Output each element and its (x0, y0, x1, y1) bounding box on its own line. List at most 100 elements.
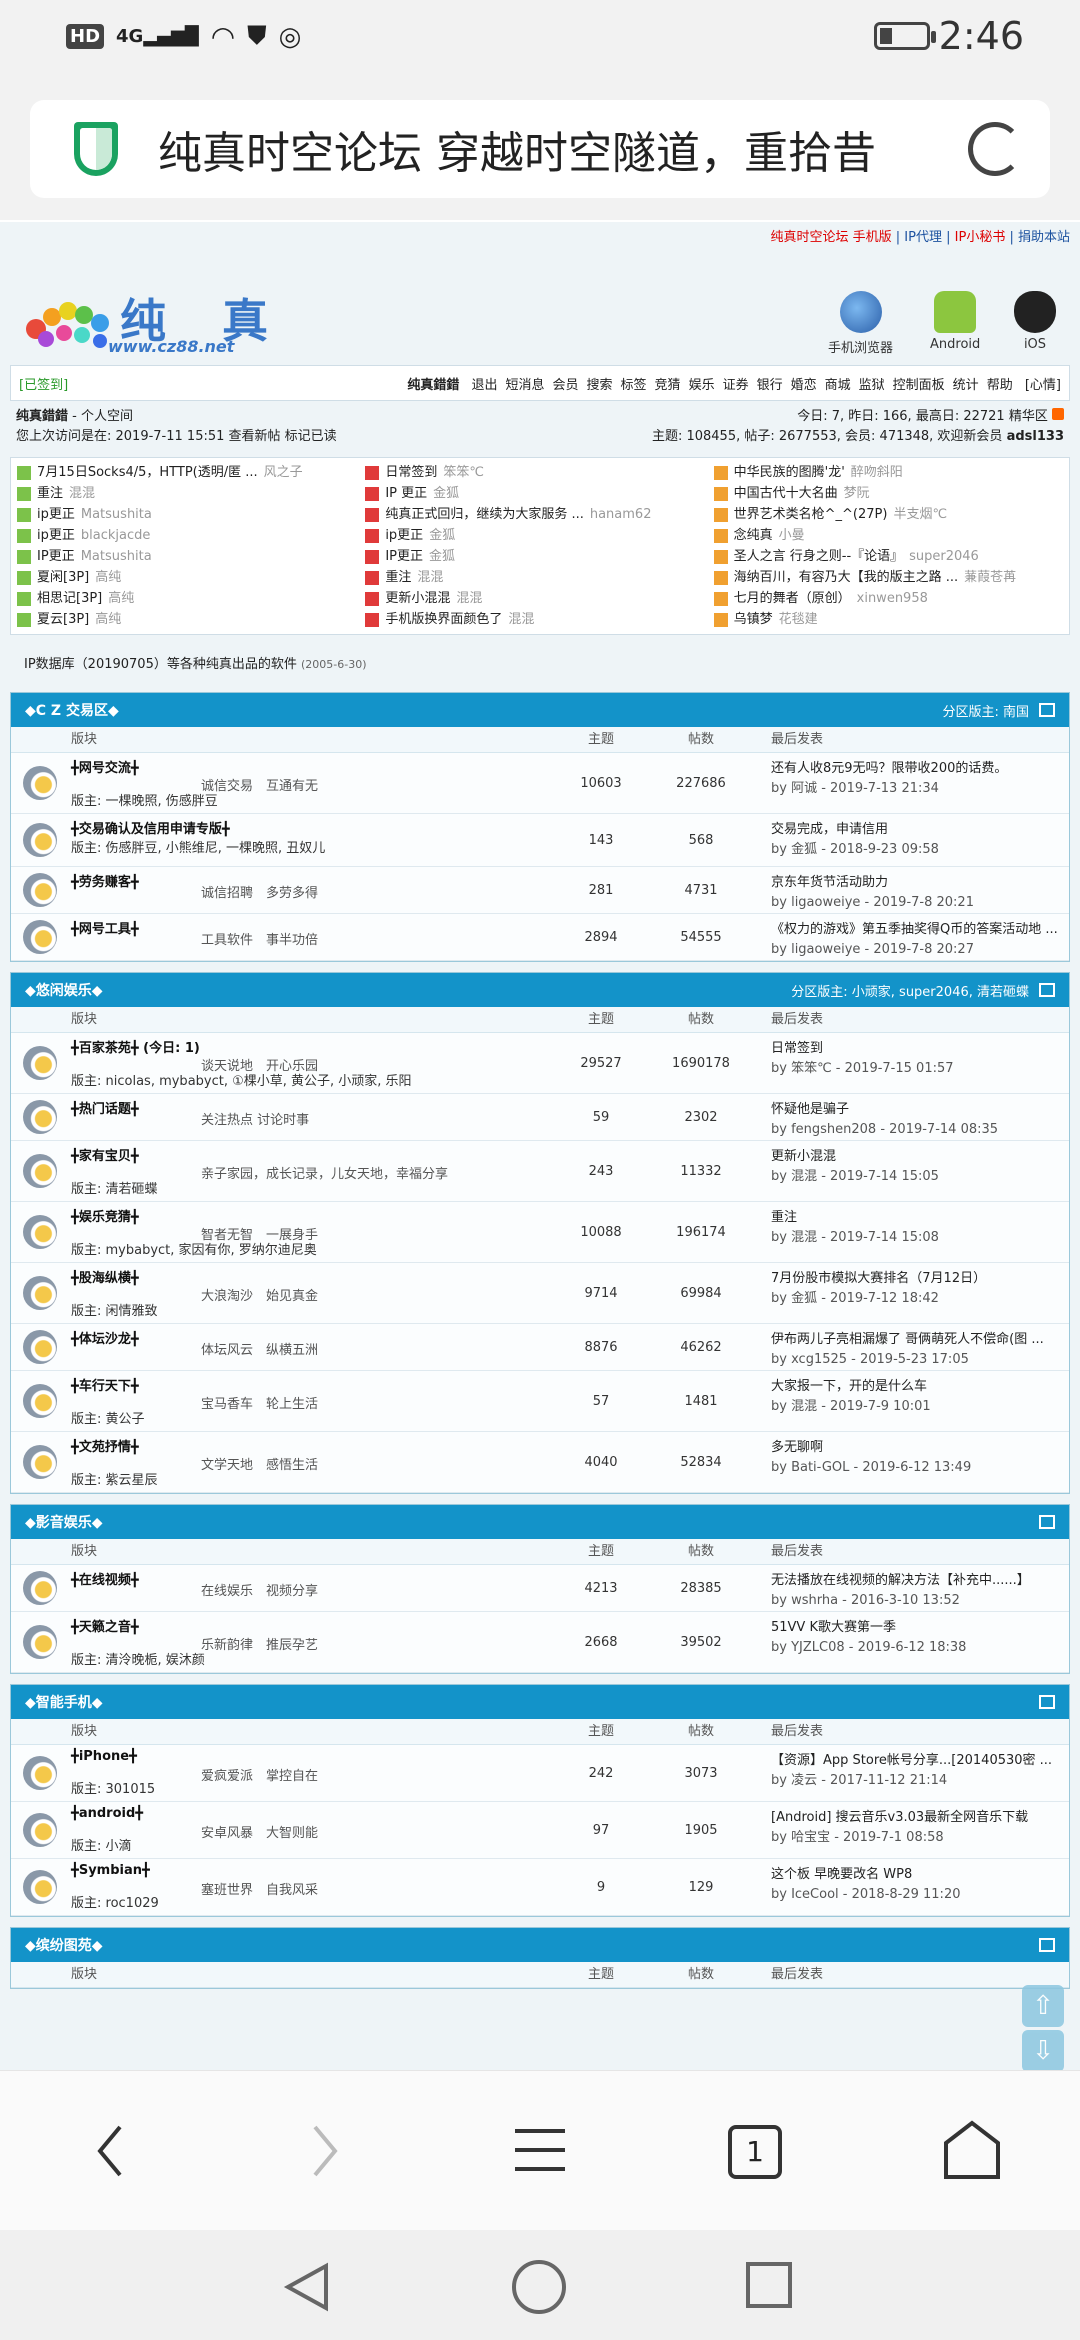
forum-name[interactable]: ╋iPhone╋ (71, 1749, 551, 1764)
menu-item[interactable]: 搜索 (587, 378, 613, 393)
news-author[interactable]: 蒹葭苍苒 (964, 567, 1016, 588)
news-author[interactable]: blackjacde (81, 525, 150, 546)
system-back-icon[interactable] (282, 2262, 332, 2312)
news-author[interactable]: 混混 (417, 567, 443, 588)
news-item[interactable]: ip更正 金狐 (365, 525, 713, 546)
section-header[interactable]: ◆C Z 交易区◆ 分区版主: 南国 (11, 693, 1069, 727)
mobile-browser-app[interactable]: 手机浏览器 (828, 291, 893, 356)
menu-item[interactable]: 控制面板 (893, 378, 945, 393)
news-item[interactable]: 更新小混混 混混 (365, 588, 713, 609)
news-title[interactable]: 乌镇梦 (734, 609, 773, 630)
menu-item[interactable]: 娱乐 (689, 378, 715, 393)
menu-item[interactable]: 银行 (757, 378, 783, 393)
forum-name[interactable]: ╋android╋ (71, 1806, 551, 1821)
news-title[interactable]: 重注 (385, 567, 411, 588)
last-post-by[interactable]: by ligaoweiye - 2019-7-8 20:21 (771, 893, 1069, 913)
news-author[interactable]: 半支烟℃ (893, 504, 947, 525)
news-title[interactable]: 重注 (37, 483, 63, 504)
ios-app[interactable]: iOS (1014, 291, 1056, 352)
system-home-icon[interactable] (512, 2260, 566, 2314)
news-item[interactable]: 念纯真 小曼 (713, 525, 1062, 546)
forum-moderators[interactable]: 版主: 伤感胖豆, 小熊维尼, 一棵晚照, 丑奴儿 (71, 837, 551, 856)
last-post-title[interactable]: [Android] 搜云音乐v3.03最新全网音乐下载 (771, 1808, 1069, 1828)
last-post-by[interactable]: by Bati-GOL - 2019-6-12 13:49 (771, 1458, 1069, 1478)
news-title[interactable]: ip更正 (385, 525, 423, 546)
last-post-by[interactable]: by 凌云 - 2017-11-12 21:14 (771, 1771, 1069, 1791)
news-author[interactable]: 混混 (69, 483, 95, 504)
news-item[interactable]: 重注 混混 (365, 567, 713, 588)
news-item[interactable]: 重注 混混 (17, 483, 365, 504)
last-post-by[interactable]: by 混混 - 2019-7-14 15:05 (771, 1167, 1069, 1187)
news-author[interactable]: 花毯建 (779, 609, 818, 630)
last-post-by[interactable]: by 混混 - 2019-7-14 15:08 (771, 1228, 1069, 1248)
news-item[interactable]: 七月的舞者（原创） xinwen958 (713, 588, 1062, 609)
news-author[interactable]: 醉吻斜阳 (851, 462, 903, 483)
last-post-by[interactable]: by xcg1525 - 2019-5-23 17:05 (771, 1350, 1069, 1370)
news-author[interactable]: super2046 (909, 546, 979, 567)
menu-item[interactable]: 竞猜 (655, 378, 681, 393)
news-title[interactable]: 7月15日Socks4/5，HTTP(透明/匿 ... (37, 462, 258, 483)
news-item[interactable]: 纯真正式回归，继续为大家服务 ... hanam62 (365, 504, 713, 525)
collapse-toggle-icon[interactable] (1039, 1938, 1055, 1952)
news-item[interactable]: 7月15日Socks4/5，HTTP(透明/匿 ... 风之子 (17, 462, 365, 483)
news-item[interactable]: IP 更正 金狐 (365, 483, 713, 504)
news-author[interactable]: 混混 (508, 609, 534, 630)
news-title[interactable]: IP更正 (385, 546, 423, 567)
last-post-title[interactable]: 【资源】App Store帐号分享...[20140530密 ... (771, 1751, 1069, 1771)
address-bar[interactable]: 纯真时空论坛 穿越时空隧道，重拾昔 (30, 100, 1050, 198)
news-author[interactable]: 高纯 (95, 609, 121, 630)
news-author[interactable]: Matsushita (81, 504, 152, 525)
last-post-by[interactable]: by wshrha - 2016-3-10 13:52 (771, 1591, 1069, 1611)
news-item[interactable]: ip更正 blackjacde (17, 525, 365, 546)
forum-name[interactable]: ╋股海纵横╋ (71, 1267, 551, 1286)
last-post-title[interactable]: 无法播放在线视频的解决方法【补充中......】 (771, 1571, 1069, 1591)
collapse-toggle-icon[interactable] (1039, 1515, 1055, 1529)
news-title[interactable]: 海纳百川，有容乃大【我的版主之路 ... (734, 567, 959, 588)
last-post-by[interactable]: by 混混 - 2019-7-9 10:01 (771, 1397, 1069, 1417)
news-title[interactable]: ip更正 (37, 504, 75, 525)
news-item[interactable]: IP更正 金狐 (365, 546, 713, 567)
last-post-title[interactable]: 重注 (771, 1208, 1069, 1228)
section-header[interactable]: ◆智能手机◆ (11, 1685, 1069, 1719)
news-author[interactable]: 小曼 (779, 525, 805, 546)
news-item[interactable]: 夏闲[3P] 高纯 (17, 567, 365, 588)
menu-item[interactable]: 统计 (953, 378, 979, 393)
news-author[interactable]: hanam62 (590, 504, 652, 525)
forum-name[interactable]: ╋网号交流╋ (71, 757, 551, 776)
news-title[interactable]: 相思记[3P] (37, 588, 102, 609)
last-post-by[interactable]: by ligaoweiye - 2019-7-8 20:27 (771, 940, 1069, 960)
forum-name[interactable]: ╋家有宝贝╋ (71, 1145, 551, 1164)
back-icon[interactable] (90, 2121, 130, 2181)
news-item[interactable]: 日常签到 笨笨℃ (365, 462, 713, 483)
news-author[interactable]: xinwen958 (857, 588, 928, 609)
scroll-down-button[interactable]: ⇩ (1022, 2030, 1064, 2072)
section-title[interactable]: ◆影音娱乐◆ (25, 1512, 103, 1532)
section-title[interactable]: ◆智能手机◆ (25, 1692, 103, 1712)
personal-space-link[interactable]: - 个人空间 (72, 409, 133, 424)
news-title[interactable]: IP更正 (37, 546, 75, 567)
news-title[interactable]: ip更正 (37, 525, 75, 546)
menu-item[interactable]: 商城 (825, 378, 851, 393)
forum-name[interactable]: ╋天籁之音╋ (71, 1616, 551, 1635)
forward-icon[interactable] (305, 2121, 345, 2181)
last-post-title[interactable]: 7月份股市模拟大赛排名（7月12日） (771, 1269, 1069, 1289)
news-author[interactable]: 高纯 (108, 588, 134, 609)
news-title[interactable]: 中国古代十大名曲 (734, 483, 838, 504)
news-author[interactable]: 高纯 (95, 567, 121, 588)
last-post-by[interactable]: by fengshen208 - 2019-7-14 08:35 (771, 1120, 1069, 1140)
news-item[interactable]: 世界艺术类名枪^_^(27P) 半支烟℃ (713, 504, 1062, 525)
forum-name[interactable]: ╋娱乐竞猜╋ (71, 1206, 551, 1225)
donate-link[interactable]: 捐助本站 (1018, 230, 1070, 245)
news-title[interactable]: 手机版换界面颜色了 (385, 609, 502, 630)
collapse-toggle-icon[interactable] (1039, 1695, 1055, 1709)
section-header[interactable]: ◆悠闲娱乐◆ 分区版主: 小顽家, super2046, 清若砸蝶 (11, 973, 1069, 1007)
tabs-count-button[interactable]: 1 (728, 2125, 782, 2179)
menu-item[interactable]: 退出 (471, 378, 497, 393)
forum-name[interactable]: ╋Symbian╋ (71, 1863, 551, 1878)
collapse-toggle-icon[interactable] (1039, 983, 1055, 997)
reload-icon[interactable] (968, 122, 1022, 176)
forum-name[interactable]: ╋百家茶苑╋ (今日: 1) (71, 1037, 551, 1056)
news-author[interactable]: 混混 (456, 588, 482, 609)
news-title[interactable]: 纯真正式回归，继续为大家服务 ... (385, 504, 584, 525)
home-icon[interactable] (942, 2119, 1002, 2181)
